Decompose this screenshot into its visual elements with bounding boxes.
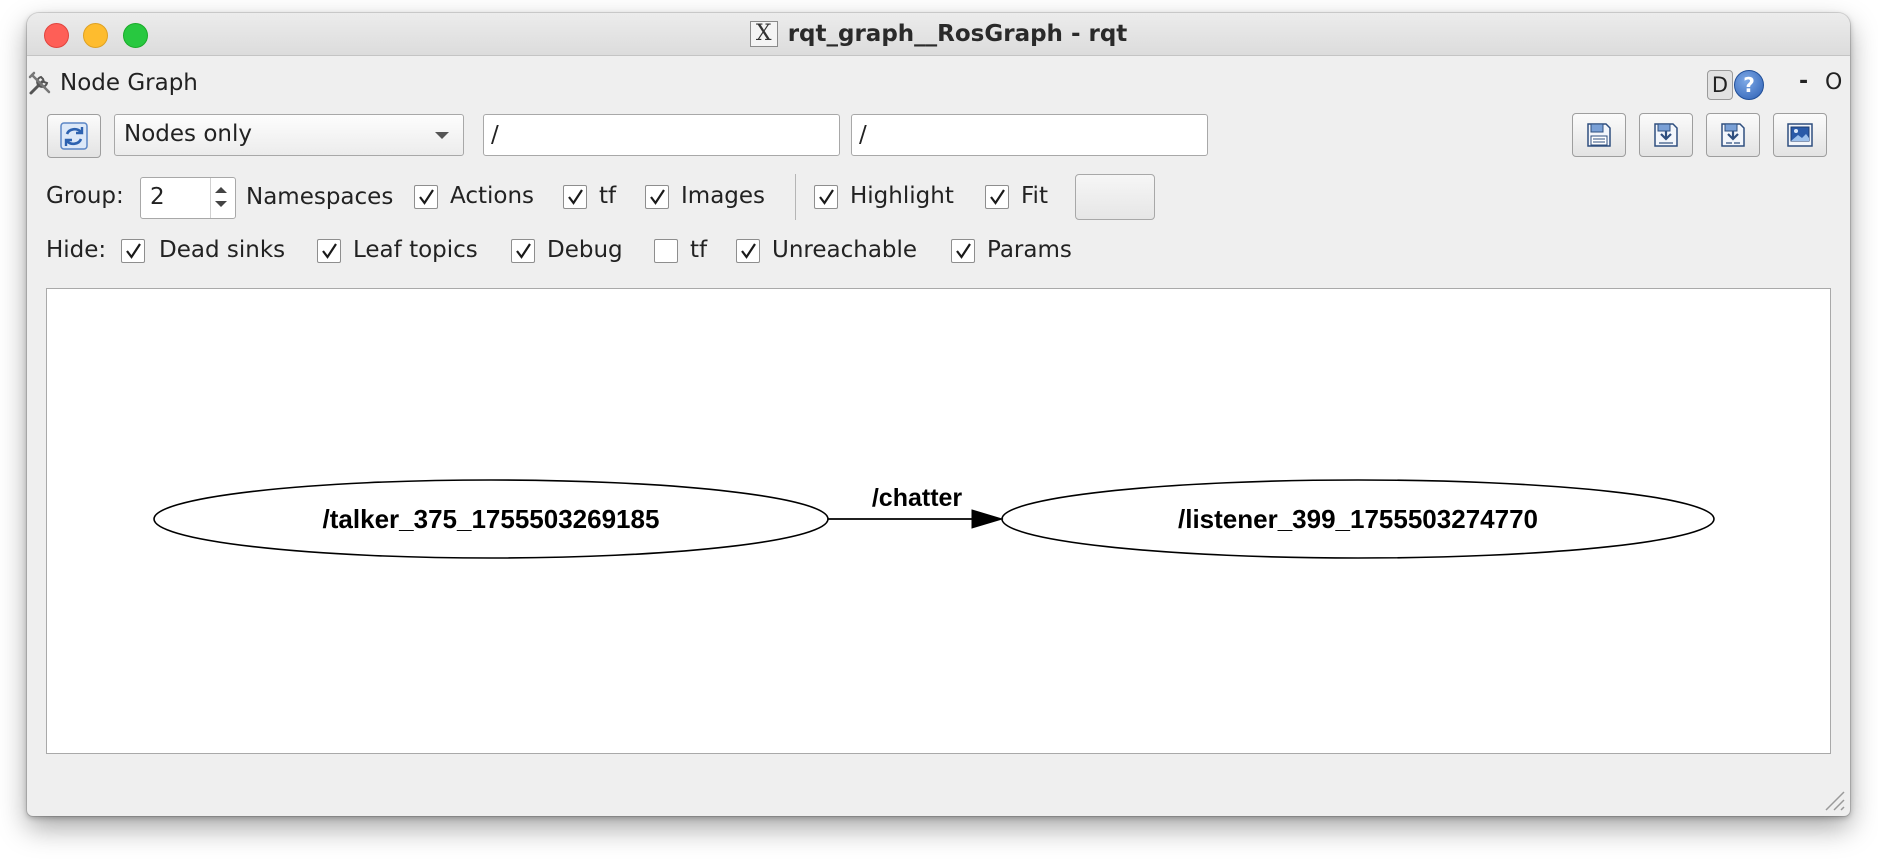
save-svg-icon: [1721, 123, 1745, 147]
actions-label: Actions: [450, 183, 535, 209]
hide-options-row: Hide: Dead sinks Leaf topics Debug tf Un…: [27, 235, 1850, 269]
group-label: Group:: [46, 183, 124, 209]
dead-sinks-checkbox[interactable]: [121, 239, 145, 263]
window-title: rqt_graph__RosGraph - rqt: [787, 21, 1128, 47]
talker-node-label: /talker_375_1755503269185: [323, 504, 660, 534]
dock-button[interactable]: D: [1707, 70, 1733, 100]
tools-icon: [28, 71, 51, 95]
params-checkbox[interactable]: [951, 239, 975, 263]
graph-svg[interactable]: /talker_375_1755503269185 /listener_399_…: [47, 289, 1830, 753]
leaf-topics-label: Leaf topics: [353, 237, 478, 263]
separator: [795, 174, 796, 220]
save-dot-icon: [1654, 123, 1678, 147]
fit-in-view-button[interactable]: [1075, 174, 1155, 220]
spin-up-icon[interactable]: [215, 187, 227, 193]
group-depth-spinbox[interactable]: 2: [140, 177, 236, 219]
fit-label: Fit: [1021, 183, 1048, 209]
unreachable-checkbox[interactable]: [736, 239, 760, 263]
checkmark-icon: [568, 189, 583, 205]
plugin-title: Node Graph: [60, 70, 198, 96]
unreachable-label: Unreachable: [772, 237, 918, 263]
plugin-header: Node Graph D ? - O: [27, 67, 1850, 101]
namespace-filter-input[interactable]: [483, 114, 840, 156]
load-dot-icon: [1587, 123, 1611, 147]
x11-icon: X: [749, 21, 778, 47]
checkmark-icon: [419, 189, 434, 205]
rqt-window: X rqt_graph__RosGraph - rqt Node Graph D…: [27, 13, 1850, 816]
save-image-button[interactable]: [1773, 113, 1827, 157]
title-bar[interactable]: X rqt_graph__RosGraph - rqt: [27, 13, 1850, 56]
save-image-icon: [1787, 123, 1813, 147]
save-svg-button[interactable]: [1706, 113, 1760, 157]
chatter-edge-arrowhead: [971, 509, 1004, 529]
checkmark-icon: [819, 189, 834, 205]
hide-tf-label: tf: [690, 237, 708, 263]
checkmark-icon: [956, 243, 971, 259]
spin-down-icon[interactable]: [215, 201, 227, 207]
plugin-minimize-button[interactable]: -: [1799, 69, 1808, 94]
checkmark-icon: [516, 243, 531, 259]
graph-mode-select[interactable]: Nodes only: [114, 114, 464, 156]
chevron-down-icon: [435, 132, 449, 139]
refresh-icon: [60, 122, 88, 150]
group-tf-label: tf: [599, 183, 617, 209]
help-icon[interactable]: ?: [1734, 70, 1764, 100]
leaf-topics-checkbox[interactable]: [317, 239, 341, 263]
namespaces-label: Namespaces: [246, 184, 394, 210]
checkmark-icon: [126, 243, 141, 259]
fit-checkbox[interactable]: [985, 185, 1009, 209]
actions-checkbox[interactable]: [414, 185, 438, 209]
group-depth-value: 2: [150, 184, 165, 210]
highlight-checkbox[interactable]: [814, 185, 838, 209]
hide-label: Hide:: [46, 237, 107, 263]
checkmark-icon: [322, 243, 337, 259]
images-checkbox[interactable]: [645, 185, 669, 209]
checkmark-icon: [990, 189, 1005, 205]
load-dot-button[interactable]: [1572, 113, 1626, 157]
checkmark-icon: [741, 243, 756, 259]
group-tf-checkbox[interactable]: [563, 185, 587, 209]
chatter-edge-label: /chatter: [872, 484, 963, 512]
plugin-close-button[interactable]: O: [1825, 70, 1842, 95]
debug-label: Debug: [547, 237, 623, 263]
save-dot-button[interactable]: [1639, 113, 1693, 157]
graph-mode-value: Nodes only: [124, 121, 252, 147]
listener-node-label: /listener_399_1755503274770: [1178, 504, 1538, 534]
dead-sinks-label: Dead sinks: [159, 237, 286, 263]
highlight-label: Highlight: [850, 183, 954, 209]
resize-grip-icon[interactable]: [1820, 786, 1846, 812]
checkmark-icon: [650, 189, 665, 205]
images-label: Images: [681, 183, 766, 209]
graph-canvas[interactable]: /talker_375_1755503269185 /listener_399_…: [46, 288, 1831, 754]
topic-filter-input[interactable]: [851, 114, 1208, 156]
group-options-row: Group: 2 Namespaces Actions tf Images Hi…: [27, 174, 1850, 220]
refresh-button[interactable]: [47, 114, 101, 158]
toolbar: Nodes only: [27, 112, 1850, 158]
params-label: Params: [987, 237, 1072, 263]
debug-checkbox[interactable]: [511, 239, 535, 263]
hide-tf-checkbox[interactable]: [654, 239, 678, 263]
